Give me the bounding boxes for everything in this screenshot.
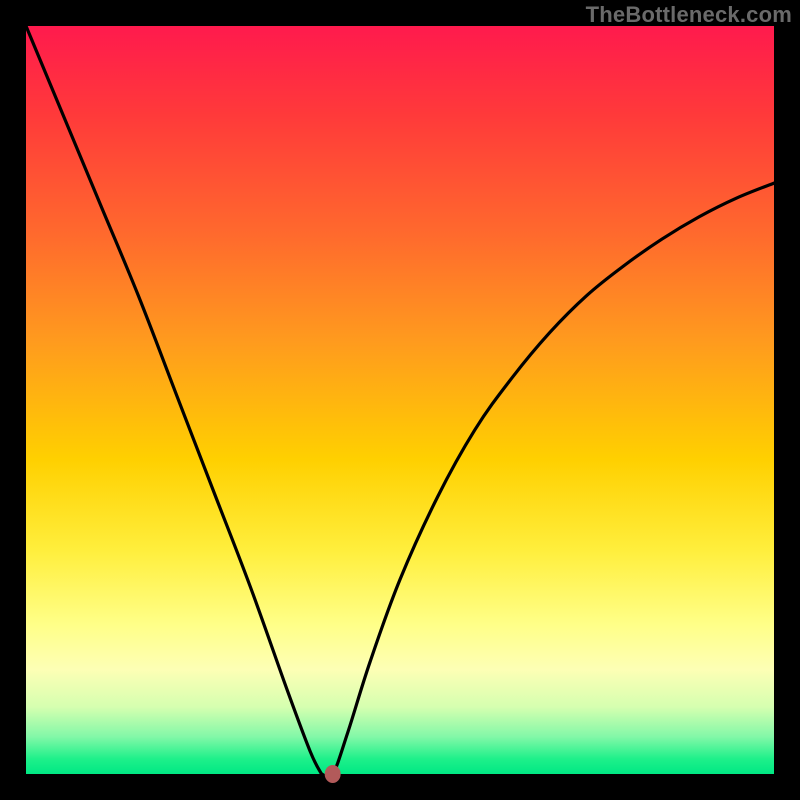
curve-right-branch (321, 183, 774, 777)
chart-svg (26, 26, 774, 774)
chart-frame: TheBottleneck.com (0, 0, 800, 800)
curve-left-branch (26, 26, 321, 774)
plot-area (26, 26, 774, 774)
minimum-marker (325, 765, 341, 783)
watermark-text: TheBottleneck.com (586, 2, 792, 28)
